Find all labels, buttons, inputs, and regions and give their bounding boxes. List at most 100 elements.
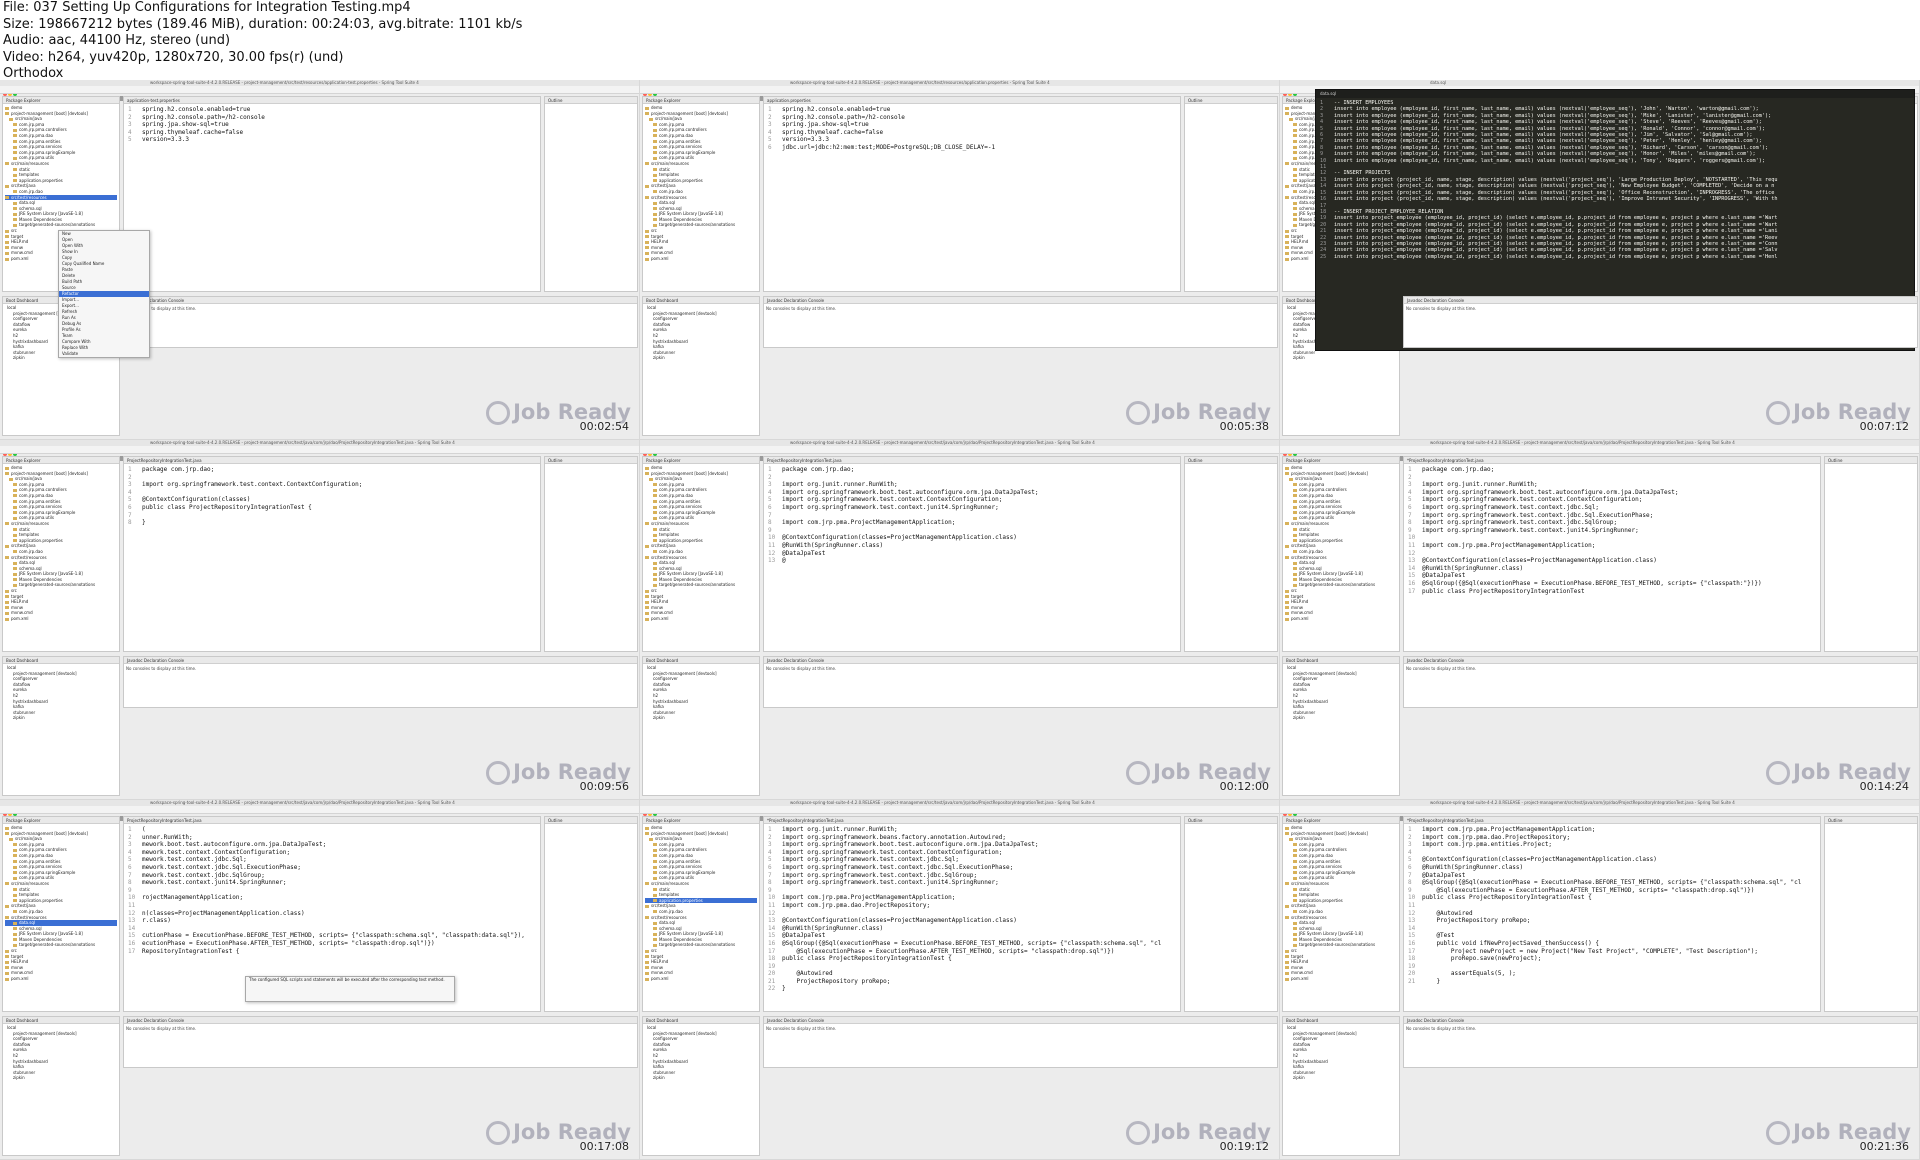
folder-icon bbox=[5, 966, 9, 970]
package-explorer-tab[interactable]: Package Explorer bbox=[643, 97, 759, 104]
outline-tab[interactable]: Outline bbox=[1185, 457, 1277, 464]
boot-item[interactable]: zipkin bbox=[645, 355, 757, 361]
line-number: 2 bbox=[128, 113, 132, 121]
tree-item[interactable]: pom.xml bbox=[5, 976, 117, 982]
code-editor[interactable]: application.properties 1 spring.h2.console… bbox=[763, 96, 1181, 292]
outline-tab[interactable]: Outline bbox=[545, 97, 637, 104]
boot-dashboard-tab[interactable]: Boot Dashboard bbox=[3, 657, 119, 664]
folder-icon bbox=[1293, 572, 1297, 576]
package-explorer-tab[interactable]: Package Explorer bbox=[643, 817, 759, 824]
console-tab[interactable]: Javadoc Declaration Console bbox=[124, 1017, 637, 1024]
outline-tab[interactable]: Outline bbox=[545, 817, 637, 824]
tree-item[interactable]: pom.xml bbox=[645, 616, 757, 622]
ide-toolbar bbox=[1280, 806, 1919, 821]
console-tab[interactable]: Javadoc Declaration Console bbox=[764, 657, 1277, 664]
boot-item[interactable]: zipkin bbox=[5, 715, 117, 721]
package-explorer-panel: Package Explorerdemoproject-management [… bbox=[1282, 816, 1400, 1012]
tree-item[interactable]: pom.xml bbox=[5, 616, 117, 622]
editor-tab[interactable]: *ProjectRepositoryIntegrationTest.java bbox=[1404, 457, 1820, 464]
code-editor[interactable]: ProjectRepositoryIntegrationTest.java 1 pa… bbox=[763, 456, 1181, 652]
folder-icon bbox=[1293, 893, 1297, 897]
package-explorer-tab[interactable]: Package Explorer bbox=[3, 817, 119, 824]
folder-icon bbox=[1293, 134, 1297, 138]
package-explorer-tab[interactable]: Package Explorer bbox=[3, 97, 119, 104]
folder-icon bbox=[1285, 595, 1289, 599]
outline-tab[interactable]: Outline bbox=[545, 457, 637, 464]
code-editor[interactable]: *ProjectRepositoryIntegrationTest.java 1 i… bbox=[1403, 816, 1821, 1012]
editor-tab[interactable]: ProjectRepositoryIntegrationTest.java bbox=[124, 817, 540, 824]
boot-item[interactable]: zipkin bbox=[645, 715, 757, 721]
line-number: 5 bbox=[1408, 856, 1412, 864]
boot-dashboard-tab[interactable]: Boot Dashboard bbox=[643, 657, 759, 664]
folder-icon bbox=[1293, 494, 1297, 498]
boot-tree: localproject-management [devtools]config… bbox=[3, 1024, 119, 1082]
line-number: 4 bbox=[128, 488, 132, 496]
folder-icon bbox=[13, 134, 17, 138]
boot-dashboard-tab[interactable]: Boot Dashboard bbox=[1283, 1017, 1399, 1024]
code-editor[interactable]: *ProjectRepositoryIntegrationTest.java 1 i… bbox=[763, 816, 1181, 1012]
folder-icon bbox=[5, 882, 9, 886]
code-line: 12 bbox=[768, 910, 1176, 918]
boot-item[interactable]: zipkin bbox=[5, 1075, 117, 1081]
boot-dashboard-tab[interactable]: Boot Dashboard bbox=[643, 297, 759, 304]
code-line: 21 } bbox=[1408, 977, 1441, 985]
outline-tab[interactable]: Outline bbox=[1825, 817, 1917, 824]
console-tab[interactable]: Javadoc Declaration Console bbox=[124, 297, 637, 304]
package-explorer-tab[interactable]: Package Explorer bbox=[1283, 457, 1399, 464]
package-explorer-tab[interactable]: Package Explorer bbox=[643, 457, 759, 464]
code-line: 4 import org.springframework.test.context… bbox=[768, 848, 1003, 856]
job-ready-logo-icon bbox=[1766, 761, 1791, 785]
editor-tab[interactable]: ProjectRepositoryIntegrationTest.java bbox=[764, 457, 1180, 464]
boot-item[interactable]: zipkin bbox=[645, 1075, 757, 1081]
boot-tree: localproject-management [devtools]config… bbox=[643, 1024, 759, 1082]
boot-dashboard-tab[interactable]: Boot Dashboard bbox=[643, 1017, 759, 1024]
editor-tab[interactable]: application.properties bbox=[764, 97, 1180, 104]
job-ready-logo-icon bbox=[1126, 1121, 1151, 1145]
line-number: 5 bbox=[768, 136, 772, 144]
folder-icon bbox=[1293, 123, 1297, 127]
editor-tab[interactable]: *ProjectRepositoryIntegrationTest.java bbox=[764, 817, 1180, 824]
outline-tab[interactable]: Outline bbox=[1185, 817, 1277, 824]
boot-dashboard-tab[interactable]: Boot Dashboard bbox=[3, 1017, 119, 1024]
console-tab[interactable]: Javadoc Declaration Console bbox=[764, 1017, 1277, 1024]
code-line: 5 @ContextConfiguration(classes) bbox=[128, 496, 251, 504]
console-tab[interactable]: Javadoc Declaration Console bbox=[1404, 1017, 1917, 1024]
folder-icon bbox=[653, 871, 657, 875]
folder-icon bbox=[1293, 128, 1297, 132]
boot-dashboard-tab[interactable]: Boot Dashboard bbox=[1283, 657, 1399, 664]
editor-tab[interactable]: *ProjectRepositoryIntegrationTest.java bbox=[1404, 817, 1820, 824]
tree-item[interactable]: pom.xml bbox=[1285, 976, 1397, 982]
tree-item[interactable]: pom.xml bbox=[645, 976, 757, 982]
code-editor[interactable]: application-test.properties 1 spring.h2.co… bbox=[123, 96, 541, 292]
boot-item[interactable]: zipkin bbox=[1285, 1075, 1397, 1081]
folder-icon bbox=[1285, 251, 1289, 255]
folder-icon bbox=[645, 977, 649, 981]
code-editor[interactable]: ProjectRepositoryIntegrationTest.java 1 pa… bbox=[123, 456, 541, 652]
code-line: 20 assertEquals(5, ); bbox=[1408, 970, 1516, 978]
editor-tab[interactable]: application-test.properties bbox=[124, 97, 540, 104]
editor-tab[interactable]: ProjectRepositoryIntegrationTest.java bbox=[124, 457, 540, 464]
tree-item[interactable]: pom.xml bbox=[1285, 616, 1397, 622]
outline-tab[interactable]: Outline bbox=[1185, 97, 1277, 104]
editor-tab[interactable]: data.sql bbox=[1316, 90, 1914, 98]
console-tab[interactable]: Javadoc Declaration Console bbox=[124, 657, 637, 664]
boot-item[interactable]: zipkin bbox=[1285, 715, 1397, 721]
folder-icon bbox=[5, 229, 9, 233]
boot-item[interactable]: zipkin bbox=[1285, 355, 1397, 361]
outline-tab[interactable]: Outline bbox=[1825, 457, 1917, 464]
tree-item[interactable]: pom.xml bbox=[645, 256, 757, 262]
folder-icon bbox=[645, 556, 649, 559]
folder-icon bbox=[645, 611, 649, 615]
folder-icon bbox=[1285, 196, 1289, 199]
code-block: 1 spring.h2.console.enabled=true 2 spring.h… bbox=[764, 104, 1180, 154]
boot-dashboard-panel: Boot Dashboardlocalproject-management [d… bbox=[642, 656, 760, 796]
console-tab[interactable]: Javadoc Declaration Console bbox=[1404, 297, 1917, 304]
package-explorer-tab[interactable]: Package Explorer bbox=[1283, 817, 1399, 824]
console-tab[interactable]: Javadoc Declaration Console bbox=[1404, 657, 1917, 664]
folder-icon bbox=[13, 921, 17, 925]
code-editor[interactable]: *ProjectRepositoryIntegrationTest.java 1 p… bbox=[1403, 456, 1821, 652]
menu-item[interactable]: Validate bbox=[59, 351, 149, 357]
package-explorer-tab[interactable]: Package Explorer bbox=[3, 457, 119, 464]
console-tab[interactable]: Javadoc Declaration Console bbox=[764, 297, 1277, 304]
folder-icon bbox=[1285, 832, 1289, 836]
